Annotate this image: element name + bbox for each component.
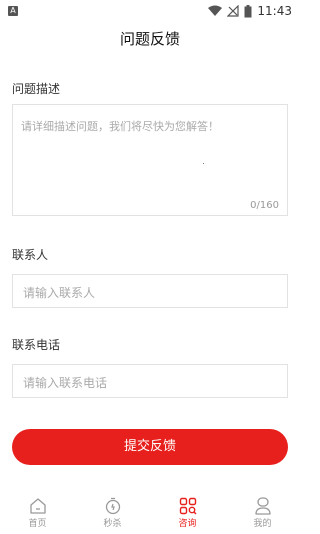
tab-flash-sale[interactable]: 秒杀	[83, 492, 143, 529]
battery-icon	[244, 4, 252, 17]
tab-consult[interactable]: 咨询	[158, 492, 218, 529]
tab-mine[interactable]: 我的	[233, 492, 293, 529]
bottom-tab-bar: 首页 秒杀 咨询 我的	[0, 492, 300, 534]
tab-consult-label: 咨询	[178, 519, 197, 529]
tab-home-label: 首页	[28, 519, 47, 529]
phone-input[interactable]: 请输入联系电话	[12, 364, 288, 398]
wifi-icon	[208, 5, 223, 16]
description-label: 问题描述	[12, 82, 61, 96]
contact-input[interactable]: 请输入联系人	[12, 274, 288, 308]
page-title: 问题反馈	[119, 30, 180, 48]
tab-mine-label: 我的	[253, 519, 272, 529]
home-icon	[29, 498, 46, 514]
description-placeholder: 请详细描述问题，我们将尽快为您解答！	[21, 120, 219, 133]
char-counter: 0/160	[250, 200, 279, 211]
submit-button[interactable]: 提交反馈	[12, 429, 288, 465]
status-bar: A 11:43	[0, 0, 300, 22]
contact-placeholder: 请输入联系人	[23, 286, 96, 300]
contact-label: 联系人	[12, 248, 49, 262]
tab-flash-sale-label: 秒杀	[103, 519, 122, 529]
notification-icon: A	[8, 6, 18, 16]
phone-label: 联系电话	[12, 338, 61, 352]
grid-search-icon	[179, 497, 196, 515]
stopwatch-icon	[105, 497, 120, 515]
person-icon	[254, 497, 271, 515]
status-time: 11:43	[257, 4, 292, 18]
cursor-dot	[203, 163, 204, 164]
no-signal-icon	[227, 5, 240, 17]
description-textarea[interactable]: 请详细描述问题，我们将尽快为您解答！ 0/160	[12, 104, 288, 216]
tab-home[interactable]: 首页	[8, 492, 68, 529]
phone-placeholder: 请输入联系电话	[23, 376, 108, 390]
